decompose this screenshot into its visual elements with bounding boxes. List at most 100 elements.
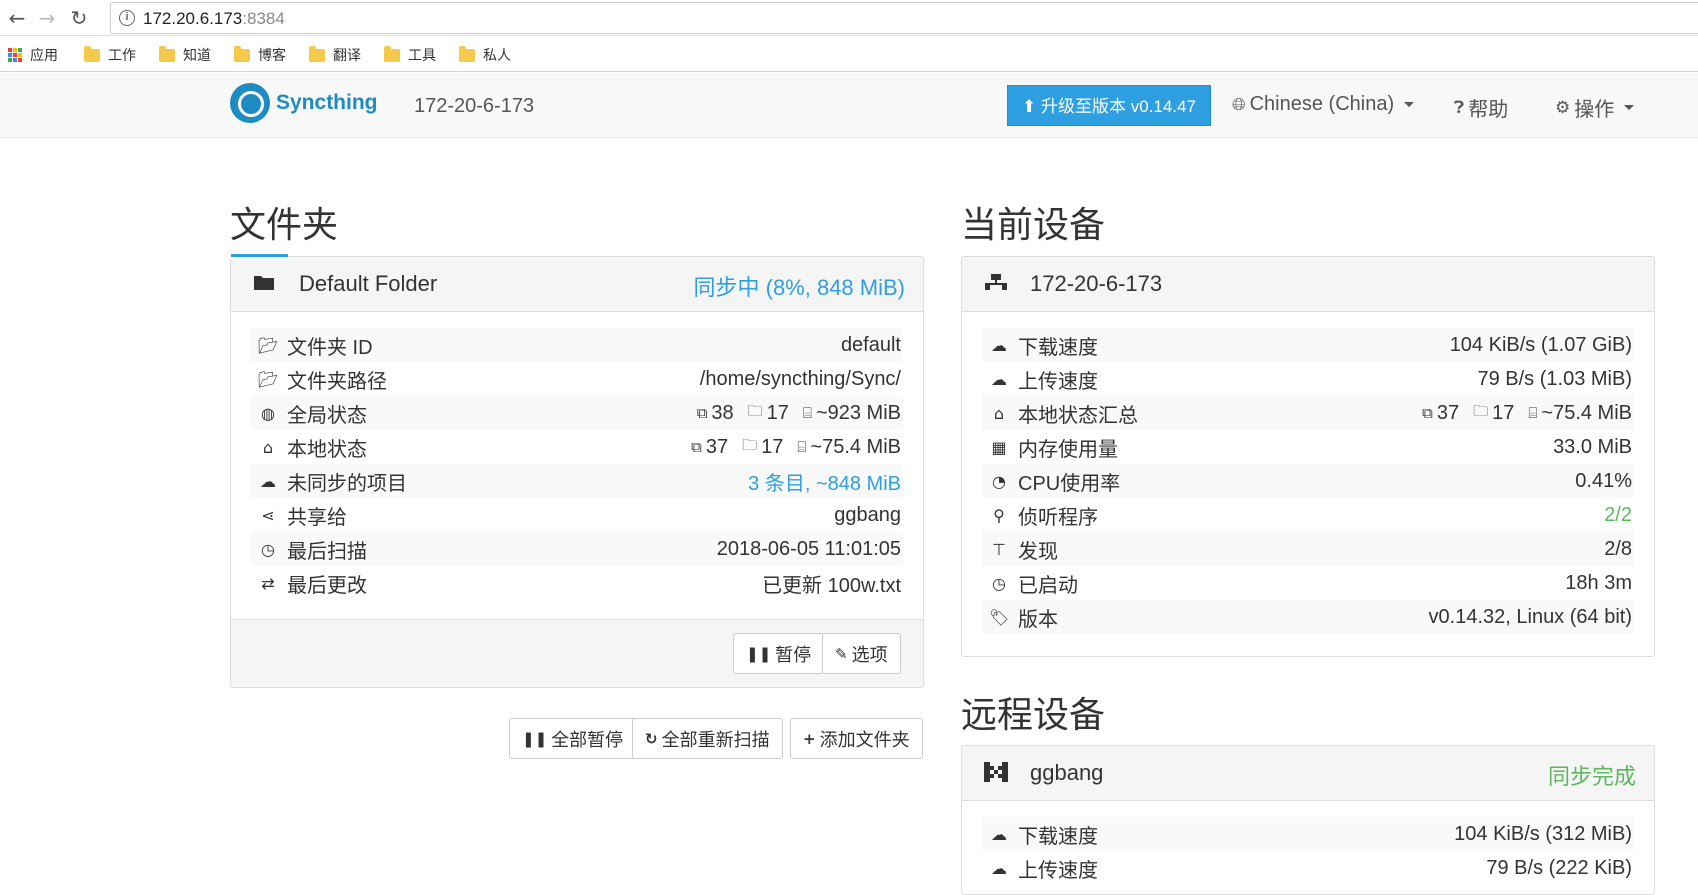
- bookmark-folder-work[interactable]: 工作: [84, 45, 136, 65]
- folder-name: Default Folder: [299, 271, 438, 296]
- apps-grid-icon: [8, 48, 22, 62]
- bookmark-label: 知道: [183, 47, 211, 63]
- this-device-heading-bar[interactable]: 172-20-6-173: [962, 257, 1654, 312]
- pause-icon: ❚❚: [746, 644, 772, 663]
- info-icon[interactable]: i: [119, 10, 135, 26]
- row-label: 下载速度: [1018, 825, 1098, 848]
- reload-icon[interactable]: ↻: [66, 5, 92, 31]
- uptime-row: ◷ 已启动 18h 3m: [982, 566, 1634, 600]
- button-label: 全部重新扫描: [661, 729, 770, 750]
- row-label: 文件夹 ID: [287, 336, 373, 359]
- browser-toolbar: ← → ↻ i 172.20.6.173:8384: [0, 0, 1698, 36]
- url-port: :8384: [242, 9, 285, 28]
- remote-device-heading-bar[interactable]: ggbang 同步完成: [962, 746, 1654, 801]
- remote-device-name: ggbang: [1030, 760, 1104, 785]
- folders-heading: 文件夹: [230, 204, 339, 245]
- syncthing-logo-icon: [230, 83, 270, 123]
- question-circle-icon: ❓︎: [1454, 97, 1465, 118]
- out-of-sync-link[interactable]: 3 条目, ~848 MiB: [748, 467, 901, 496]
- plus-icon: +: [803, 729, 816, 748]
- button-label: 选项: [851, 644, 888, 665]
- listeners-row: ⚲ 侦听程序 2/2: [982, 498, 1634, 532]
- actions-label: 操作: [1574, 99, 1615, 121]
- remote-device-panel: ggbang 同步完成 ☁ 下载速度 104 KiB/s (312 MiB) ☁ 上…: [961, 745, 1655, 895]
- help-label: 帮助: [1468, 99, 1509, 121]
- tag-icon: 🏷︎: [988, 607, 1010, 627]
- dashboard-icon: ◔: [992, 471, 1006, 491]
- row-value: 79 B/s (1.03 MiB): [1477, 367, 1632, 390]
- row-label: 全局状态: [287, 404, 367, 427]
- row-value: default: [840, 333, 901, 356]
- address-bar[interactable]: i 172.20.6.173:8384: [110, 2, 1698, 34]
- row-value: 0.41%: [1575, 469, 1632, 492]
- cloud-upload-icon: ☁: [991, 858, 1007, 878]
- folder-icon: [234, 45, 250, 62]
- size-value: ~75.4 MiB: [810, 435, 901, 458]
- row-value: /home/syncthing/Sync/: [699, 367, 901, 390]
- gear-icon: ⚙: [1555, 97, 1571, 118]
- folder-icon: [159, 45, 175, 62]
- this-device-heading: 当前设备: [961, 204, 1106, 245]
- bookmark-label: 工作: [108, 47, 136, 63]
- last-change-row: ⇄ 最后更改 已更新 100w.txt: [251, 566, 903, 600]
- back-arrow-icon[interactable]: ←: [4, 5, 30, 31]
- row-value: 18h 3m: [1565, 571, 1632, 594]
- dir-count: 17: [766, 401, 789, 424]
- cloud-download-icon: ☁: [991, 824, 1007, 844]
- row-label: 已启动: [1018, 574, 1078, 597]
- button-label: 暂停: [775, 644, 812, 665]
- bookmarks-bar: 应用 工作 知道 博客 翻译 工具 私人: [0, 37, 1698, 72]
- bookmark-folder-translate[interactable]: 翻译: [309, 45, 361, 65]
- row-value: 2018-06-05 11:01:05: [716, 537, 901, 560]
- file-count: 37: [705, 435, 729, 458]
- pause-folder-button[interactable]: ❚❚ 暂停: [733, 633, 825, 674]
- button-label: 全部暂停: [551, 729, 624, 750]
- bookmark-apps[interactable]: 应用: [8, 45, 58, 65]
- remote-upload-rate-row: ☁ 上传速度 79 B/s (222 KiB): [982, 851, 1634, 885]
- bookmark-folder-zhidao[interactable]: 知道: [159, 45, 211, 65]
- bookmark-folder-tools[interactable]: 工具: [384, 45, 436, 65]
- discovery-link[interactable]: 2/8: [1604, 538, 1632, 561]
- language-dropdown[interactable]: 🌐︎ Chinese (China): [1232, 93, 1415, 116]
- upgrade-button[interactable]: ⬆ 升级至版本 v0.14.47: [1007, 85, 1211, 126]
- refresh-icon: ↻: [645, 729, 658, 748]
- row-label: 本地状态汇总: [1018, 404, 1138, 427]
- language-label: Chinese (China): [1249, 93, 1395, 115]
- row-label: 本地状态: [287, 438, 367, 461]
- bookmark-folder-blog[interactable]: 博客: [234, 45, 286, 65]
- forward-arrow-icon[interactable]: →: [34, 5, 60, 31]
- row-value: ggbang: [834, 503, 901, 526]
- help-link[interactable]: ❓︎ 帮助: [1454, 93, 1508, 122]
- home-icon: ⌂: [262, 437, 274, 457]
- syncthing-logo[interactable]: Syncthing: [230, 83, 378, 123]
- upload-rate-row: ☁ 上传速度 79 B/s (1.03 MiB): [982, 362, 1634, 396]
- out-of-sync-row: ☁ 未同步的项目 3 条目, ~848 MiB: [251, 464, 903, 498]
- bookmark-folder-private[interactable]: 私人: [459, 45, 511, 65]
- row-label: 下载速度: [1018, 336, 1098, 359]
- row-label: 上传速度: [1018, 370, 1098, 393]
- address-url[interactable]: 172.20.6.173:8384: [143, 9, 285, 29]
- folder-path-row: 📂︎ 文件夹路径 /home/syncthing/Sync/: [251, 362, 903, 396]
- actions-dropdown[interactable]: ⚙ 操作: [1555, 93, 1635, 122]
- dir-count: 17: [761, 435, 784, 458]
- row-value: 33.0 MiB: [1553, 435, 1632, 458]
- row-label: 上传速度: [1018, 859, 1098, 882]
- ram-usage-row: ▦ 内存使用量 33.0 MiB: [982, 430, 1634, 464]
- folder-details: 📂︎ 文件夹 ID default 📂︎ 文件夹路径 /home/syncthing…: [231, 312, 923, 600]
- folder-icon: [84, 45, 100, 62]
- size-value: ~923 MiB: [815, 401, 901, 424]
- rescan-all-button[interactable]: ↻ 全部重新扫描: [632, 718, 783, 759]
- row-label: 最后更改: [287, 574, 367, 597]
- identicon-icon: [984, 762, 1008, 788]
- pause-all-button[interactable]: ❚❚ 全部暂停: [509, 718, 637, 759]
- folder-panel: Default Folder 同步中 (8%, 848 MiB) 📂︎ 文件夹 I…: [230, 254, 924, 688]
- files-icon: ⧉: [1422, 404, 1433, 422]
- folder-options-button[interactable]: ✎ 选项: [822, 633, 901, 674]
- folder-panel-heading[interactable]: Default Folder 同步中 (8%, 848 MiB): [231, 257, 923, 312]
- global-state-row: ◍ 全局状态 ⧉ 38 🗀 17 ⌸ ~923 MiB: [251, 396, 903, 430]
- listeners-link[interactable]: 2/2: [1604, 504, 1632, 527]
- bookmark-label: 翻译: [333, 47, 361, 63]
- button-label: 添加文件夹: [819, 729, 910, 750]
- folder-icon: [459, 45, 475, 62]
- add-folder-button[interactable]: + 添加文件夹: [790, 718, 923, 759]
